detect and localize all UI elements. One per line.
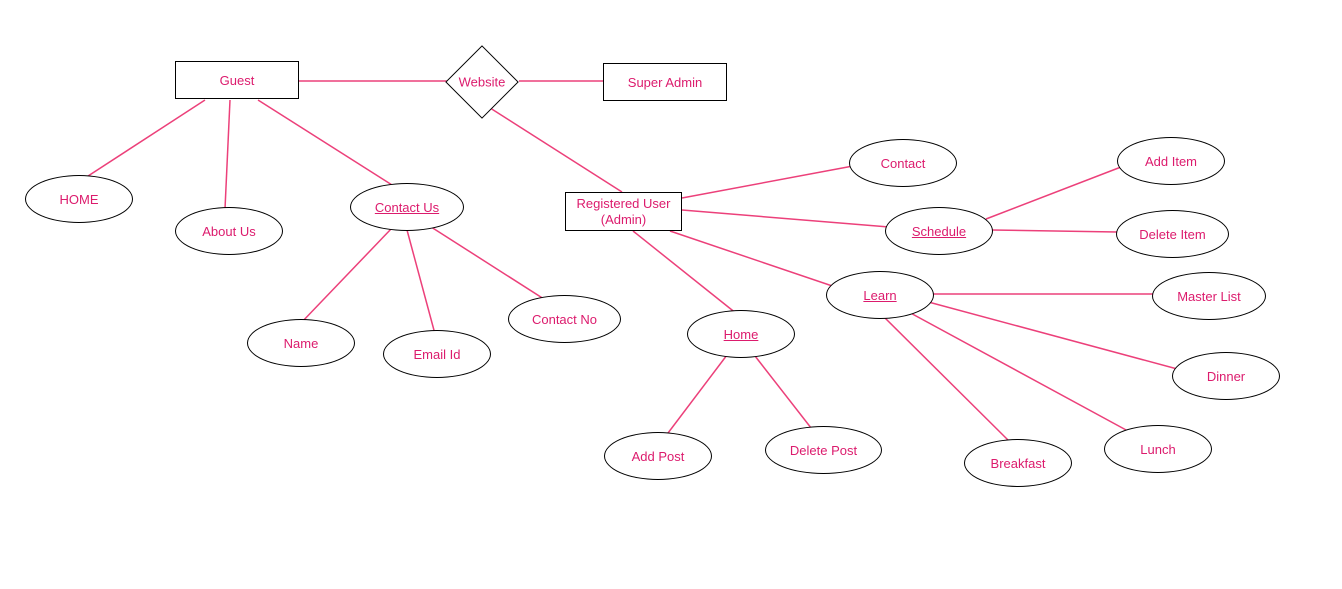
home-label: HOME: [60, 192, 99, 207]
deleteitem-label: Delete Item: [1139, 227, 1205, 242]
schedule-label: Schedule: [912, 224, 966, 239]
entity-registered-user: Registered User(Admin): [565, 192, 682, 231]
lunch-label: Lunch: [1140, 442, 1175, 457]
superadmin-label: Super Admin: [628, 75, 702, 90]
attr-additem: Add Item: [1117, 137, 1225, 185]
contact-label: Contact: [881, 156, 926, 171]
name-label: Name: [284, 336, 319, 351]
entity-superadmin: Super Admin: [603, 63, 727, 101]
attr-name: Name: [247, 319, 355, 367]
attr-contact: Contact: [849, 139, 957, 187]
masterlist-label: Master List: [1177, 289, 1241, 304]
attr-breakfast: Breakfast: [964, 439, 1072, 487]
home2-label: Home: [724, 327, 759, 342]
registereduser-label: Registered User(Admin): [577, 196, 671, 227]
relationship-website: Website: [456, 56, 508, 108]
guest-label: Guest: [220, 73, 255, 88]
deletepost-label: Delete Post: [790, 443, 857, 458]
website-label: Website: [459, 75, 506, 90]
attr-addpost: Add Post: [604, 432, 712, 480]
dinner-label: Dinner: [1207, 369, 1245, 384]
breakfast-label: Breakfast: [991, 456, 1046, 471]
attr-emailid: Email Id: [383, 330, 491, 378]
aboutus-label: About Us: [202, 224, 255, 239]
attr-learn: Learn: [826, 271, 934, 319]
attr-contactno: Contact No: [508, 295, 621, 343]
addpost-label: Add Post: [632, 449, 685, 464]
contactno-label: Contact No: [532, 312, 597, 327]
attr-home: HOME: [25, 175, 133, 223]
attr-aboutus: About Us: [175, 207, 283, 255]
emailid-label: Email Id: [414, 347, 461, 362]
attr-contactus: Contact Us: [350, 183, 464, 231]
attr-home2: Home: [687, 310, 795, 358]
attr-deletepost: Delete Post: [765, 426, 882, 474]
attr-dinner: Dinner: [1172, 352, 1280, 400]
additem-label: Add Item: [1145, 154, 1197, 169]
contactus-label: Contact Us: [375, 200, 439, 215]
attr-lunch: Lunch: [1104, 425, 1212, 473]
attr-masterlist: Master List: [1152, 272, 1266, 320]
learn-label: Learn: [863, 288, 896, 303]
attr-deleteitem: Delete Item: [1116, 210, 1229, 258]
entity-guest: Guest: [175, 61, 299, 99]
attr-schedule: Schedule: [885, 207, 993, 255]
